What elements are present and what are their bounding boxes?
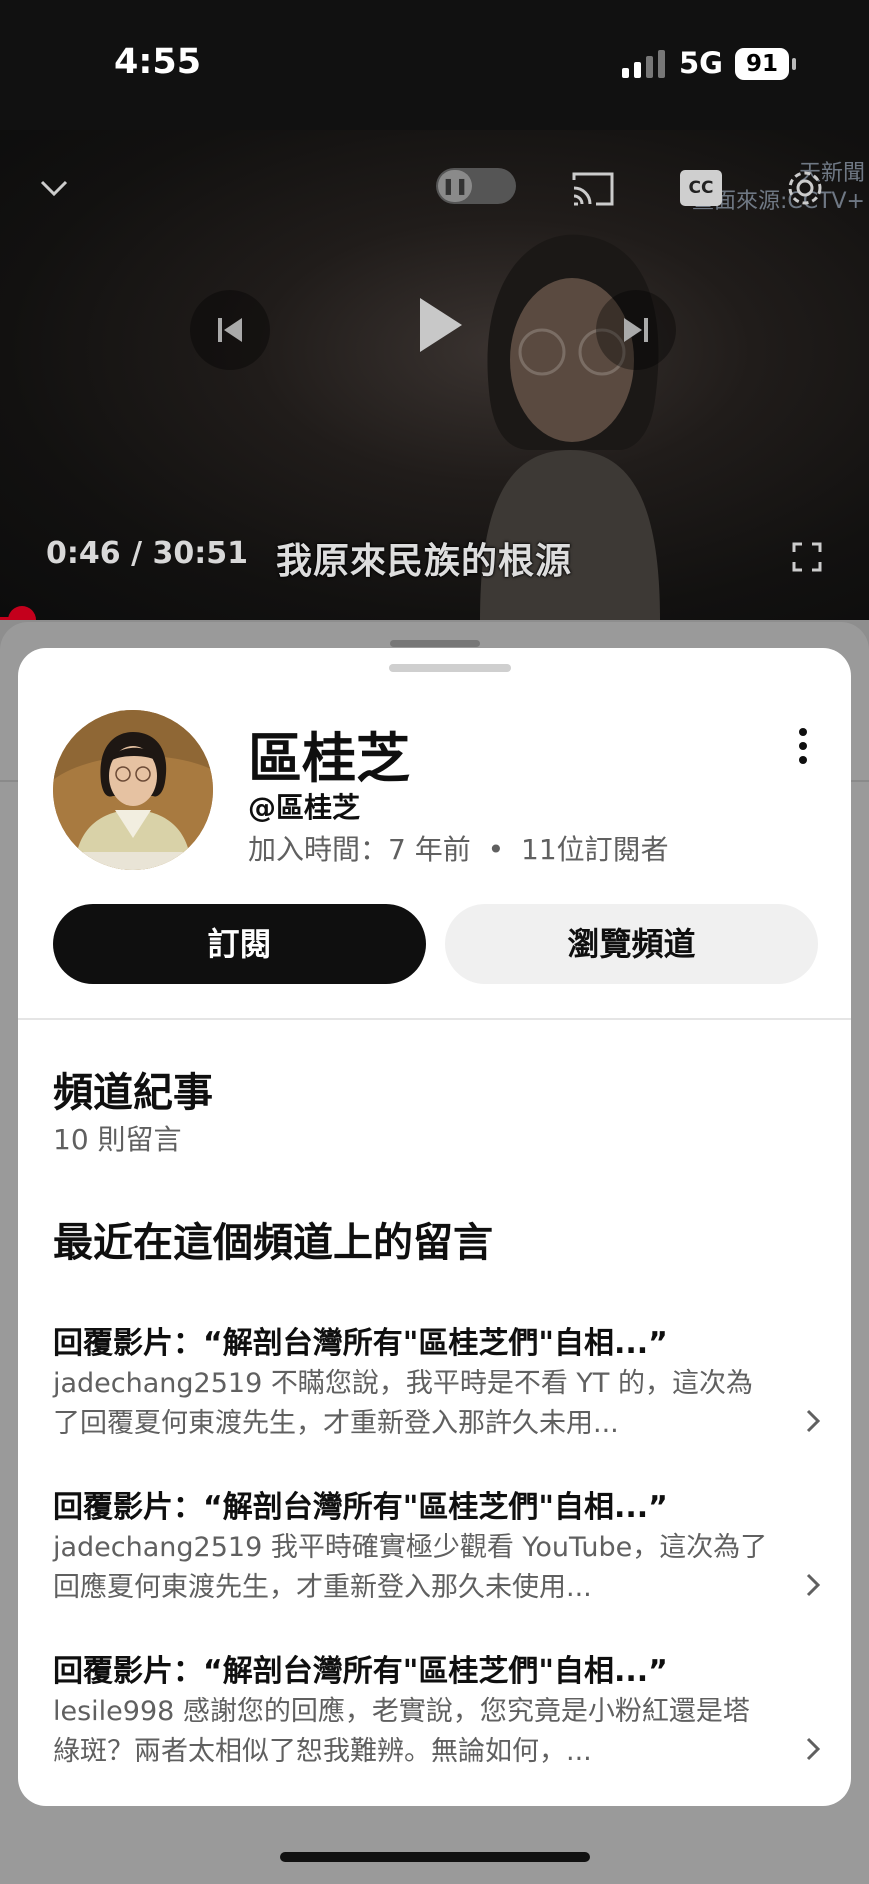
chevron-right-icon (806, 1409, 821, 1433)
section-divider (18, 1018, 851, 1020)
gear-icon[interactable] (783, 166, 827, 210)
avatar[interactable] (53, 710, 213, 870)
next-icon[interactable] (596, 290, 676, 370)
fullscreen-icon[interactable] (792, 542, 822, 572)
subscribe-button[interactable]: 訂閱 (53, 904, 426, 984)
comment-video-title: 回覆影片：“解剖台灣所有"區桂芝們"自相...” (53, 1654, 668, 1689)
channel-history-title: 頻道紀事 (53, 1070, 213, 1116)
chevron-right-icon (806, 1737, 821, 1761)
joined-date: 加入時間：7 年前 (248, 833, 471, 866)
recent-comments-title: 最近在這個頻道上的留言 (53, 1220, 493, 1266)
battery-tip (792, 58, 796, 70)
video-player[interactable]: 天新聞 畫面來源:CCTV+ ❚❚ CC 0:46 / 30:51 我原來民族的… (0, 130, 869, 620)
chevron-down-icon[interactable] (38, 172, 70, 204)
cellular-signal-icon (622, 50, 665, 78)
dimmed-sheet-handle (390, 640, 480, 647)
meta-separator: • (487, 833, 505, 866)
autoplay-toggle[interactable]: ❚❚ (436, 168, 516, 204)
comment-item[interactable]: 回覆影片：“解剖台灣所有"區桂芝們"自相...” jadechang2519 不… (53, 1318, 833, 1468)
drag-handle[interactable] (389, 664, 511, 672)
comment-count: 10 則留言 (53, 1123, 182, 1156)
watermark-line-2: 畫面來源:CCTV+ (691, 189, 865, 214)
network-type: 5G (679, 46, 723, 80)
comment-item[interactable]: 回覆影片：“解剖台灣所有"區桂芝們"自相...” jadechang2519 我… (53, 1482, 833, 1632)
watermark-line-1: 天新聞 (798, 161, 865, 186)
channel-meta: 加入時間：7 年前 • 11位訂閱者 (248, 828, 669, 868)
status-time: 4:55 (114, 42, 202, 82)
comment-video-title: 回覆影片：“解剖台灣所有"區桂芝們"自相...” (53, 1326, 668, 1361)
home-indicator[interactable] (280, 1852, 590, 1862)
comment-text: jadechang2519 我平時確實極少觀看 YouTube，這次為了回應夏何… (53, 1532, 768, 1603)
chevron-right-icon (806, 1573, 821, 1597)
battery-icon: 91 (735, 48, 789, 80)
status-bar: 4:55 5G 91 (0, 0, 869, 130)
subscriber-count: 11位訂閱者 (521, 833, 669, 866)
video-subtitle: 我原來民族的根源 (276, 541, 573, 582)
cast-icon[interactable] (570, 170, 616, 208)
comment-text: jadechang2519 不瞞您說，我平時是不看 YT 的，這次為了回覆夏何東… (53, 1368, 753, 1439)
channel-handle: @區桂芝 (248, 791, 361, 824)
comment-text: lesile998 感謝您的回應，老實說，您究竟是小粉紅還是塔綠斑？兩者太相似了… (53, 1696, 750, 1767)
comment-video-title: 回覆影片：“解剖台灣所有"區桂芝們"自相...” (53, 1490, 668, 1525)
pause-icon: ❚❚ (438, 170, 472, 202)
browse-channel-button[interactable]: 瀏覽頻道 (445, 904, 818, 984)
comment-item[interactable]: 回覆影片：“解剖台灣所有"區桂芝們"自相...” lesile998 感謝您的回… (53, 1646, 833, 1796)
play-icon[interactable] (392, 280, 482, 370)
cc-icon[interactable]: CC (680, 170, 722, 206)
video-timecode: 0:46 / 30:51 (46, 536, 248, 571)
previous-icon[interactable] (190, 290, 270, 370)
channel-name[interactable]: 區桂芝 (248, 714, 410, 793)
channel-popup-card: 區桂芝 @區桂芝 加入時間：7 年前 • 11位訂閱者 訂閱 瀏覽頻道 頻道紀事… (18, 648, 851, 1806)
more-options-icon[interactable] (788, 726, 818, 766)
video-watermark: 天新聞 畫面來源:CCTV+ (640, 160, 865, 216)
